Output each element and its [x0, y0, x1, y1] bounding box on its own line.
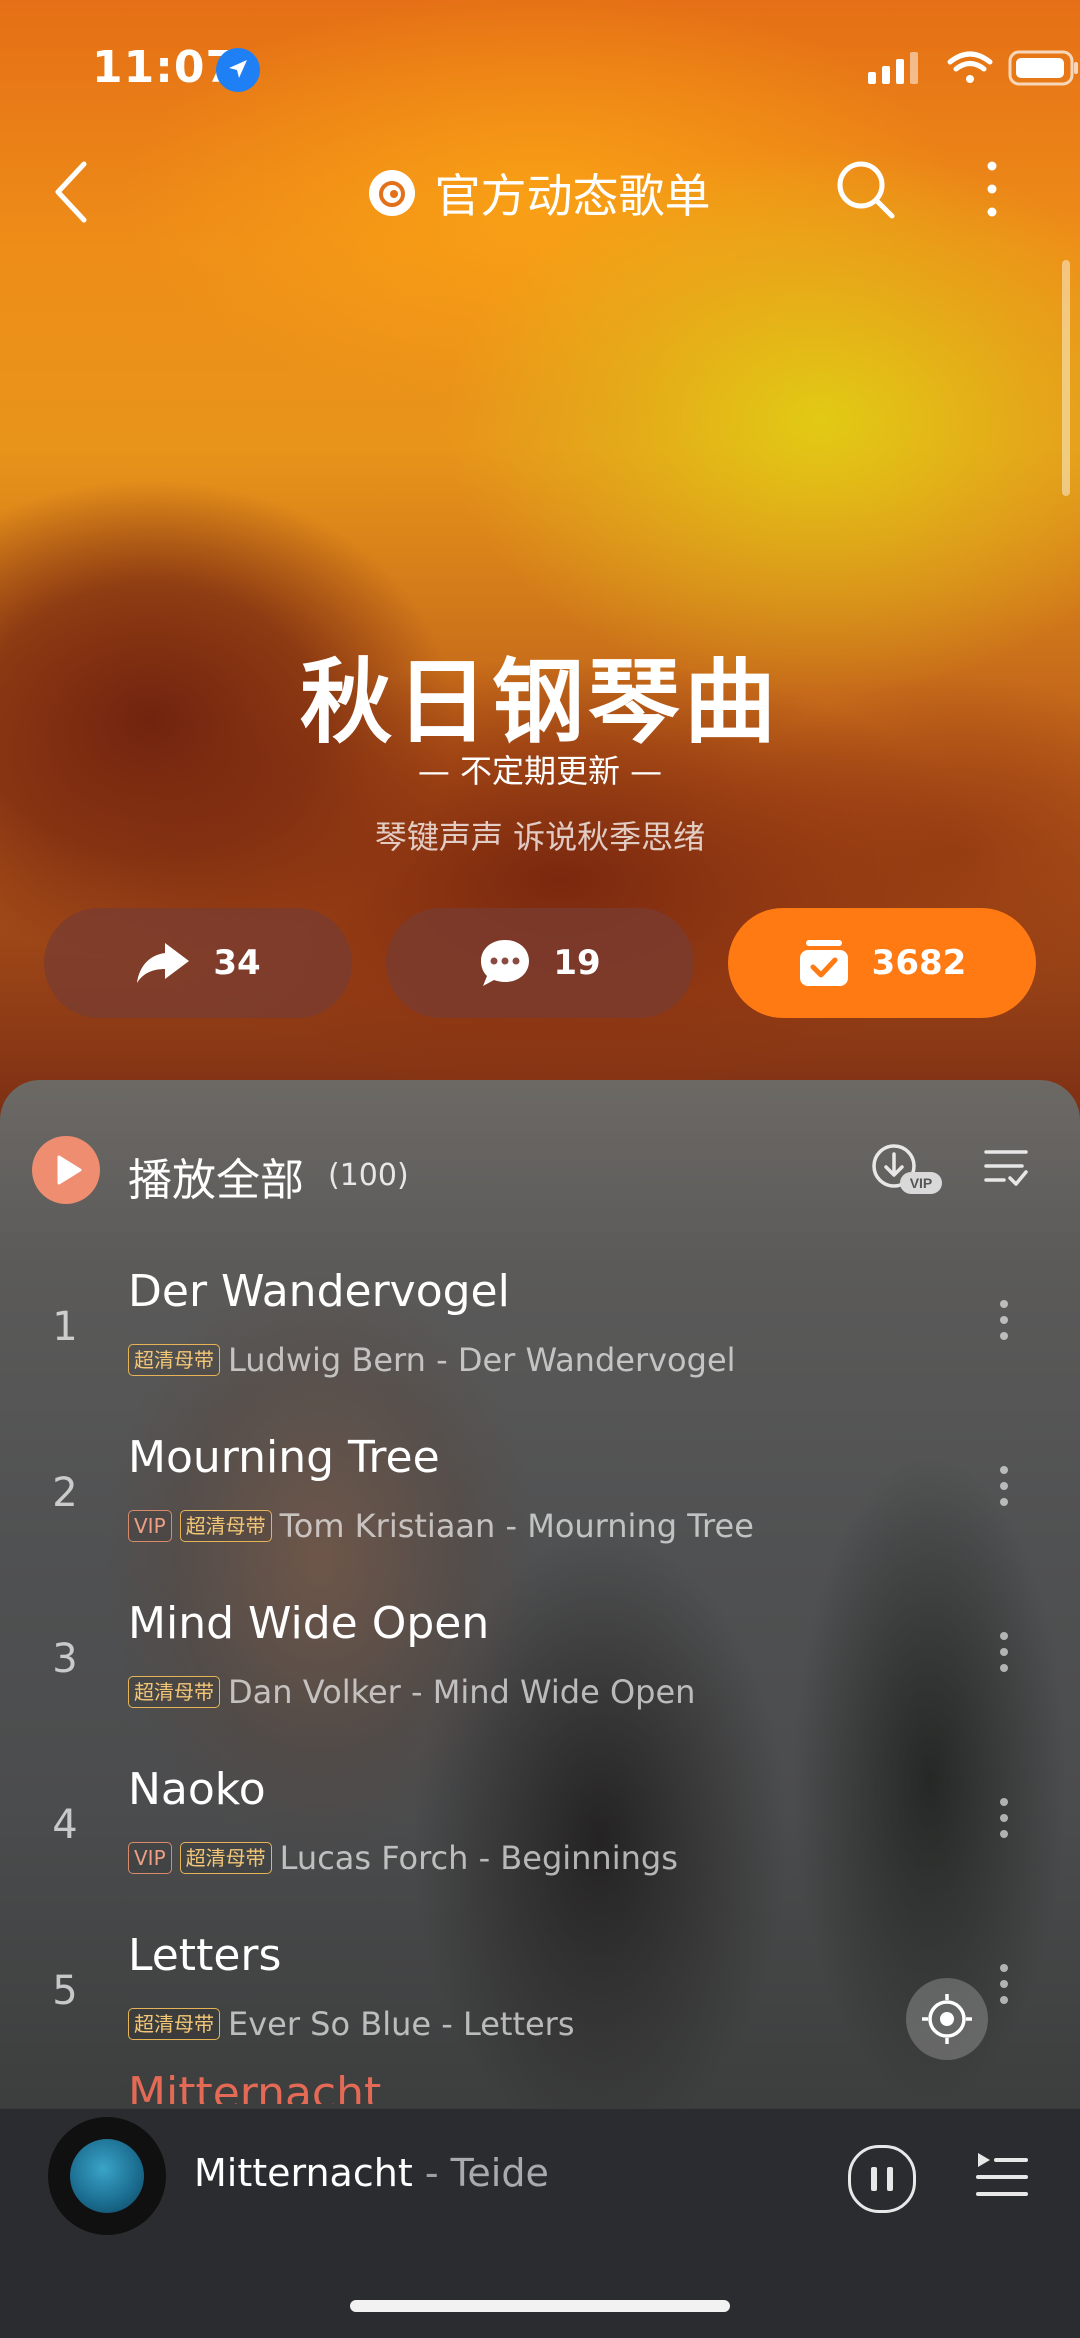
more-vertical-icon [987, 161, 997, 217]
search-icon [837, 161, 895, 219]
now-playing-artist: Teide [450, 2151, 549, 2195]
track-title-partially-visible: Mitternacht [128, 2068, 382, 2104]
now-playing-title: Mitternacht [194, 2151, 413, 2195]
track-meta: VIP 超清母带 Lucas Forch - Beginnings [128, 1838, 678, 1878]
track-meta: 超清母带 Dan Volker - Mind Wide Open [128, 1672, 695, 1712]
album-art-disc[interactable] [48, 2117, 166, 2235]
track-title: Letters [128, 1930, 282, 1981]
track-more-button[interactable] [994, 1964, 1014, 2012]
playlist-queue-icon [976, 2153, 1028, 2196]
playlist-title: 秋日钢琴曲 [299, 649, 780, 756]
track-meta: VIP 超清母带 Tom Kristiaan - Mourning Tree [128, 1506, 754, 1546]
collect-button[interactable]: 3682 [728, 908, 1036, 1018]
hq-master-tag: 超清母带 [128, 2008, 220, 2040]
playlist-subtitle: — 不定期更新 — [417, 752, 663, 790]
track-more-button[interactable] [994, 1300, 1014, 1348]
wifi-icon [947, 51, 993, 83]
hq-master-tag: 超清母带 [128, 1676, 220, 1708]
play-all-row[interactable]: 播放全部 (100) VIP [0, 1120, 1080, 1220]
track-title: Der Wandervogel [128, 1266, 510, 1317]
hq-master-tag: 超清母带 [179, 1510, 272, 1542]
top-navigation-bar: 官方动态歌单 [0, 150, 1080, 230]
more-options-button[interactable] [980, 156, 1004, 226]
track-title: Mind Wide Open [128, 1598, 490, 1649]
track-meta: 超清母带 Ever So Blue - Letters [128, 2004, 575, 2044]
share-button[interactable]: 34 [44, 908, 352, 1018]
play-all-label: 播放全部 [128, 1155, 304, 1206]
svg-text:VIP: VIP [910, 1175, 933, 1191]
multi-select-button[interactable] [982, 1144, 1030, 1196]
vip-tag: VIP [128, 1510, 172, 1542]
track-number: 1 [52, 1304, 78, 1350]
locate-current-track-button[interactable] [906, 1978, 988, 2060]
share-count: 34 [213, 943, 261, 983]
search-button[interactable] [832, 156, 898, 226]
track-more-button[interactable] [994, 1466, 1014, 1514]
track-number: 4 [52, 1802, 78, 1848]
track-row[interactable]: 4 Naoko VIP 超清母带 Lucas Forch - Beginning… [0, 1758, 1080, 1924]
cellular-signal-icon [868, 52, 918, 84]
track-title: Mourning Tree [128, 1432, 440, 1483]
now-playing-separator: - [424, 2151, 439, 2195]
collected-folder-check-icon [799, 940, 848, 986]
comment-count: 19 [553, 943, 601, 983]
track-more-button[interactable] [994, 1632, 1014, 1680]
comment-button[interactable]: 19 [386, 908, 694, 1018]
track-artist-album: Ever So Blue - Letters [228, 2005, 575, 2043]
download-vip-icon: VIP [872, 1144, 942, 1194]
netease-music-logo-icon [369, 170, 416, 216]
target-locate-icon [922, 1994, 972, 2044]
status-bar: 11:07 [0, 0, 1080, 140]
track-number: 2 [52, 1470, 78, 1516]
play-queue-button[interactable] [974, 2149, 1030, 2205]
pause-button[interactable] [848, 2145, 916, 2213]
location-arrow-icon [216, 48, 260, 92]
battery-icon [1008, 50, 1078, 86]
track-artist-album: Tom Kristiaan - Mourning Tree [279, 1507, 754, 1545]
track-number: 5 [52, 1968, 78, 2014]
now-playing-info[interactable]: Mitternacht - Teide [194, 2151, 549, 2195]
play-icon [57, 1155, 82, 1185]
track-row[interactable]: 2 Mourning Tree VIP 超清母带 Tom Kristiaan -… [0, 1426, 1080, 1592]
track-row[interactable]: 3 Mind Wide Open 超清母带 Dan Volker - Mind … [0, 1592, 1080, 1758]
page-title: 官方动态歌单 [0, 160, 1080, 226]
album-art [70, 2139, 144, 2213]
track-title: Naoko [128, 1764, 266, 1815]
playlist-description[interactable]: 琴键声声 诉说秋季思绪 [0, 812, 1080, 858]
track-meta: 超清母带 Ludwig Bern - Der Wandervogel [128, 1340, 736, 1380]
track-number: 3 [52, 1636, 78, 1682]
track-artist-album: Ludwig Bern - Der Wandervogel [228, 1341, 736, 1379]
collect-count: 3682 [871, 943, 967, 983]
list-check-icon [984, 1150, 1028, 1186]
vip-tag: VIP [128, 1842, 172, 1874]
play-all-button[interactable] [32, 1136, 100, 1204]
track-count: (100) [328, 1158, 409, 1193]
track-list-panel: 播放全部 (100) VIP 1 Der Wandervogel 超清母带 Lu… [0, 1080, 1080, 2120]
track-artist-album: Dan Volker - Mind Wide Open [228, 1673, 696, 1711]
download-vip-button[interactable]: VIP [870, 1142, 946, 1202]
home-indicator[interactable] [350, 2300, 730, 2312]
hq-master-tag: 超清母带 [128, 1344, 220, 1376]
track-row[interactable]: 1 Der Wandervogel 超清母带 Ludwig Bern - Der… [0, 1260, 1080, 1426]
comment-bubble-icon [481, 940, 530, 986]
track-more-button[interactable] [994, 1798, 1014, 1846]
scrollbar[interactable] [1062, 260, 1070, 496]
page-title-text: 官方动态歌单 [434, 169, 711, 223]
track-artist-album: Lucas Forch - Beginnings [279, 1839, 678, 1877]
share-arrow-icon [137, 943, 190, 983]
status-icons [860, 48, 1080, 92]
hq-master-tag: 超清母带 [179, 1842, 272, 1874]
